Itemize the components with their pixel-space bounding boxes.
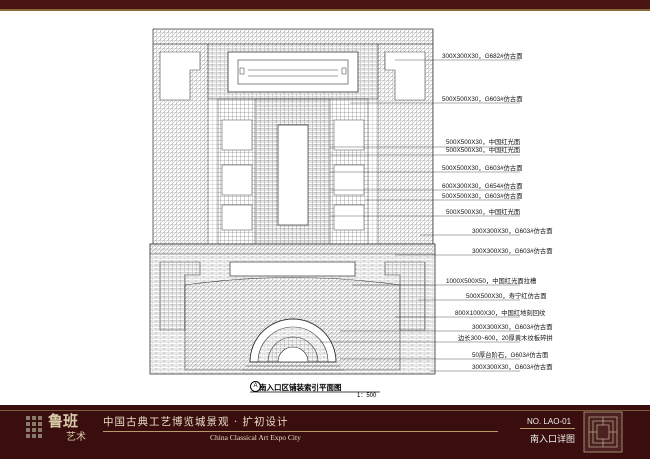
callout-label: 500X500X30，G603#仿古面 <box>442 96 523 103</box>
title-block-band <box>0 410 650 411</box>
callout-label: 600X300X30，G654#仿古面 <box>442 183 523 190</box>
callout-label: 300X300X30，G603#仿古面 <box>472 248 553 255</box>
drawing-scale: 1：500 <box>357 393 377 399</box>
key-plan-thumbnail <box>583 411 623 453</box>
callout-label: 500X500X30，G603#仿古面 <box>442 165 523 172</box>
callout-label: 800X1000X30，中国红地刻回纹 <box>455 310 546 317</box>
sheet-number: NO. LAO-01 <box>527 417 572 426</box>
sheet-name: 南入口详图 <box>530 434 576 444</box>
logo-subtext: 艺术 <box>66 432 86 443</box>
callout-label: 300X300X30，G603#仿古面 <box>472 364 553 371</box>
callout-label: 500X500X30，中国红光面 <box>446 209 521 216</box>
callout-label: 1000X500X50，中国红光面拉槽 <box>446 278 537 285</box>
upper-plaza <box>152 28 434 245</box>
callout-label: 300X300X30，G682#仿古面 <box>442 53 523 60</box>
callout-label: 边长300~600，20厚黄木纹板碎拼 <box>458 335 553 342</box>
callout-label: 300X300X30，G603#仿古面 <box>472 324 553 331</box>
callout-label: 500X500X30，中国红光面 <box>446 147 521 154</box>
callout-label: 500X500X30，寿宁红仿古面 <box>466 293 547 300</box>
callout-label: 300X300X30，G603#仿古面 <box>472 228 553 235</box>
drawing-caption: 南入口区铺装索引平面图 <box>259 383 342 392</box>
entrance-plaza <box>149 243 436 375</box>
title-divider <box>103 431 498 432</box>
paving-plan-drawing <box>149 28 520 393</box>
top-border-bar <box>0 0 650 11</box>
callout-label: 500X500X30，中国红光面 <box>446 139 521 146</box>
callout-label: 500X500X30，G603#仿古面 <box>442 193 523 200</box>
sheet-divider <box>520 428 575 429</box>
project-title: 中国古典工艺博览城景观 · 扩初设计 <box>103 416 289 428</box>
project-title-english: China Classical Art Expo City <box>210 433 301 442</box>
callout-label: 50厚台阶石，G603#仿古面 <box>472 352 549 359</box>
